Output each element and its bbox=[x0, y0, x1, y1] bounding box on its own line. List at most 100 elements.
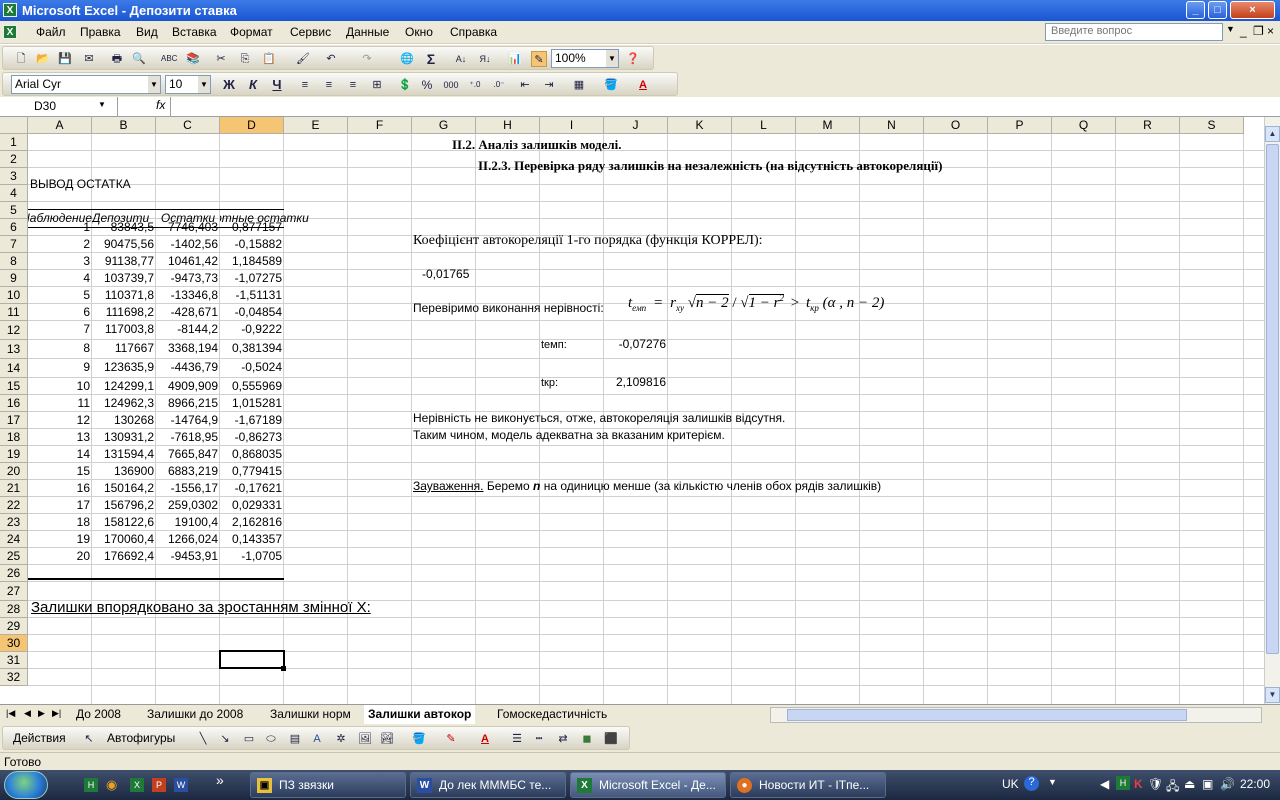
draw-font-color-icon[interactable]: A bbox=[477, 731, 493, 747]
table-cell[interactable]: 124299,1 bbox=[92, 378, 156, 395]
fx-icon[interactable]: fx bbox=[156, 98, 165, 112]
tray-clock[interactable]: 22:00 bbox=[1240, 777, 1270, 791]
column-header-k[interactable]: K bbox=[668, 117, 732, 134]
merge-center-icon[interactable]: ⊞ bbox=[369, 77, 385, 93]
table-cell[interactable]: 18 bbox=[28, 514, 92, 531]
column-header-p[interactable]: P bbox=[988, 117, 1052, 134]
table-cell[interactable]: 158122,6 bbox=[92, 514, 156, 531]
italic-button[interactable]: К bbox=[245, 77, 261, 93]
cut-icon[interactable]: ✂ bbox=[213, 51, 229, 67]
column-header-l[interactable]: L bbox=[732, 117, 796, 134]
tab-homoskedastychnist[interactable]: Гомоскедастичність bbox=[493, 705, 611, 724]
tab-do-2008[interactable]: До 2008 bbox=[72, 705, 125, 724]
table-cell[interactable]: -0,17621 bbox=[220, 480, 284, 497]
row-header-3[interactable]: 3 bbox=[0, 168, 28, 185]
hyperlink-icon[interactable]: 🌐 bbox=[399, 51, 415, 67]
table-cell[interactable]: -4436,79 bbox=[156, 359, 220, 376]
paste-icon[interactable]: 📋 bbox=[261, 51, 277, 67]
autosum-icon[interactable]: Σ bbox=[423, 51, 439, 67]
row-header-4[interactable]: 4 bbox=[0, 185, 28, 202]
draw-fill-color-icon[interactable]: 🪣 bbox=[411, 731, 427, 747]
column-header-q[interactable]: Q bbox=[1052, 117, 1116, 134]
menu-service[interactable]: Сервис bbox=[290, 25, 331, 39]
row-header-14[interactable]: 14 bbox=[0, 359, 28, 378]
table-cell[interactable]: 17 bbox=[28, 497, 92, 514]
rectangle-icon[interactable]: ▭ bbox=[241, 731, 257, 747]
row-header-8[interactable]: 8 bbox=[0, 253, 28, 270]
spelling-icon[interactable]: ABC bbox=[161, 51, 177, 67]
next-sheet-icon[interactable]: ▶ bbox=[38, 708, 45, 719]
copy-icon[interactable]: ⎘ bbox=[237, 51, 253, 67]
print-icon[interactable]: 🖶 bbox=[109, 51, 125, 67]
table-cell[interactable]: 117003,8 bbox=[92, 321, 156, 338]
table-cell[interactable]: 1,015281 bbox=[220, 395, 284, 412]
diagram-icon[interactable]: ✲ bbox=[333, 731, 349, 747]
table-cell[interactable]: 19100,4 bbox=[156, 514, 220, 531]
table-cell[interactable]: -9453,91 bbox=[156, 548, 220, 565]
chevron-down-icon[interactable]: ▼ bbox=[98, 100, 106, 109]
chevron-down-icon[interactable]: ▼ bbox=[606, 50, 618, 67]
excel-app-icon[interactable]: X bbox=[3, 3, 17, 17]
table-cell[interactable]: 4909,909 bbox=[156, 378, 220, 395]
table-cell[interactable]: 90475,56 bbox=[92, 236, 156, 253]
tray-network-icon[interactable]: 🖧 bbox=[1166, 777, 1179, 798]
thousands-button[interactable]: 000 bbox=[441, 77, 461, 93]
ask-question-input[interactable]: Введите вопрос bbox=[1045, 23, 1223, 41]
increase-indent-icon[interactable]: ⇥ bbox=[541, 77, 557, 93]
table-cell[interactable]: 117667 bbox=[92, 340, 156, 357]
row-header-5[interactable]: 5 bbox=[0, 202, 28, 219]
table-cell[interactable]: 2 bbox=[28, 236, 92, 253]
row-header-24[interactable]: 24 bbox=[0, 531, 28, 548]
vertical-scrollbar[interactable]: ▲ ▼ bbox=[1264, 117, 1280, 704]
menu-window[interactable]: Окно bbox=[405, 25, 433, 39]
menu-format[interactable]: Формат bbox=[230, 25, 273, 39]
column-header-a[interactable]: A bbox=[28, 117, 92, 134]
row-header-30[interactable]: 30 bbox=[0, 635, 28, 652]
table-cell[interactable]: 7665,847 bbox=[156, 446, 220, 463]
table-cell[interactable]: -0,9222 bbox=[220, 321, 284, 338]
quicklaunch-app-icon[interactable]: H bbox=[84, 778, 98, 792]
dash-style-icon[interactable]: ┅ bbox=[531, 731, 547, 747]
row-header-16[interactable]: 16 bbox=[0, 395, 28, 412]
taskbar-item-word[interactable]: W До лек МММБС те... bbox=[410, 772, 566, 798]
align-center-icon[interactable]: ≡ bbox=[321, 77, 337, 93]
tray-usb-icon[interactable]: ⏏ bbox=[1184, 777, 1195, 791]
maximize-button[interactable]: □ bbox=[1208, 1, 1227, 19]
table-cell[interactable]: -14764,9 bbox=[156, 412, 220, 429]
table-cell[interactable]: -13346,8 bbox=[156, 287, 220, 304]
table-cell[interactable]: 123635,9 bbox=[92, 359, 156, 376]
tab-zalyshky-do-2008[interactable]: Залишки до 2008 bbox=[143, 705, 247, 724]
scroll-thumb[interactable] bbox=[1266, 144, 1279, 654]
table-cell[interactable]: 7746,403 bbox=[156, 219, 220, 236]
table-cell[interactable]: 0,877157 bbox=[220, 219, 284, 236]
quicklaunch-word-icon[interactable]: W bbox=[174, 778, 188, 792]
last-sheet-icon[interactable]: ▶| bbox=[52, 708, 61, 719]
zoom-combo[interactable]: 100% ▼ bbox=[551, 49, 619, 68]
doc-close-button[interactable]: × bbox=[1267, 24, 1274, 38]
prev-sheet-icon[interactable]: ◀ bbox=[24, 708, 31, 719]
table-cell[interactable]: 10 bbox=[28, 378, 92, 395]
tray-volume-icon[interactable]: 🔊 bbox=[1220, 777, 1235, 791]
bold-button[interactable]: Ж bbox=[221, 77, 237, 93]
table-cell[interactable]: -9473,73 bbox=[156, 270, 220, 287]
formula-input[interactable] bbox=[170, 97, 1280, 116]
fill-handle[interactable] bbox=[281, 666, 286, 671]
3d-icon[interactable]: ⬛ bbox=[603, 731, 619, 747]
row-header-21[interactable]: 21 bbox=[0, 480, 28, 497]
decrease-decimal-icon[interactable]: .0⁻ bbox=[491, 77, 507, 93]
table-cell[interactable]: 176692,4 bbox=[92, 548, 156, 565]
row-header-32[interactable]: 32 bbox=[0, 669, 28, 686]
menu-data[interactable]: Данные bbox=[346, 25, 389, 39]
table-cell[interactable]: 0,868035 bbox=[220, 446, 284, 463]
row-header-20[interactable]: 20 bbox=[0, 463, 28, 480]
font-color-icon[interactable]: A bbox=[635, 77, 651, 93]
scroll-down-button[interactable]: ▼ bbox=[1265, 687, 1280, 703]
table-cell[interactable]: -0,15882 bbox=[220, 236, 284, 253]
line-icon[interactable]: ╲ bbox=[195, 731, 211, 747]
menu-view[interactable]: Вид bbox=[136, 25, 158, 39]
table-cell[interactable]: 20 bbox=[28, 548, 92, 565]
undo-icon[interactable]: ↶ bbox=[323, 51, 339, 67]
column-header-b[interactable]: B bbox=[92, 117, 156, 134]
selected-cell-d30[interactable] bbox=[219, 650, 285, 669]
permission-icon[interactable]: ✉ bbox=[81, 51, 97, 67]
